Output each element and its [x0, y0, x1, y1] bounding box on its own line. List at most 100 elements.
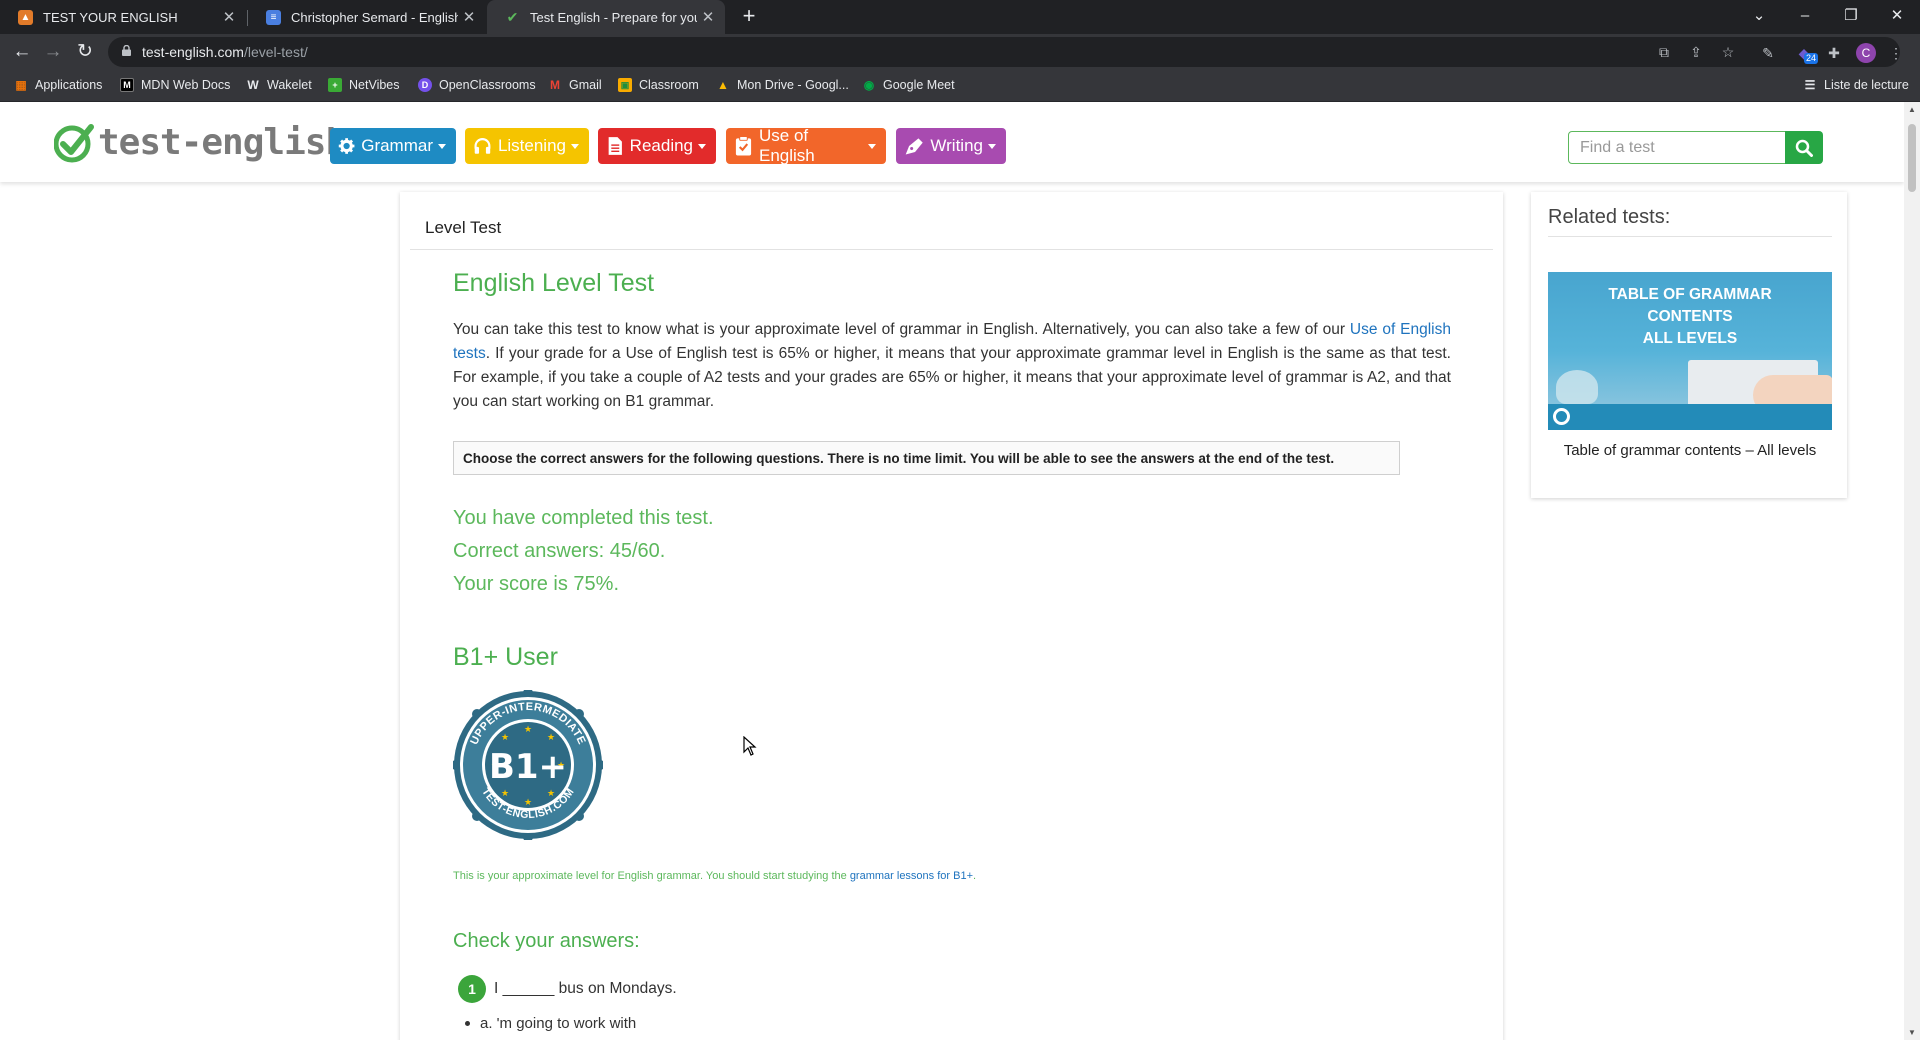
level-title: B1+ User — [453, 643, 558, 671]
docs-favicon-icon: ≡ — [266, 9, 281, 25]
lock-icon — [122, 45, 131, 56]
svg-text:★: ★ — [501, 789, 509, 799]
page-scrollbar[interactable]: ▲ ▼ — [1904, 102, 1920, 1040]
bookmarks-bar: ▦ Applications M MDN Web Docs W Wakelet + Ne… — [0, 70, 1920, 102]
share-icon[interactable]: ⇪ — [1686, 43, 1706, 63]
bookmark-star-icon[interactable]: ☆ — [1718, 43, 1738, 63]
restore-icon[interactable]: ❐ — [1828, 0, 1874, 34]
extension-icon[interactable]: ◆24 — [1794, 44, 1819, 64]
bookmark-netvibes[interactable]: + NetVibes — [328, 78, 400, 92]
svg-text:★: ★ — [501, 733, 509, 743]
reading-list-icon: ☰ — [1804, 78, 1816, 92]
browser-tab[interactable]: ▲ TEST YOUR ENGLISH ✕ — [0, 0, 246, 34]
svg-text:★: ★ — [524, 725, 532, 735]
grammar-contents-thumbnail[interactable]: TABLE OF GRAMMAR CONTENTS ALL LEVELS — [1548, 272, 1832, 430]
close-tab-icon[interactable]: ✕ — [218, 8, 240, 26]
badge-level-text: B1+ — [489, 747, 567, 787]
profile-avatar[interactable]: C — [1856, 43, 1876, 63]
related-test-link[interactable]: Table of grammar contents – All levels — [1548, 441, 1832, 460]
search-icon — [1795, 139, 1813, 157]
score-text: Your score is 75%. — [453, 573, 620, 595]
bookmark-google-meet[interactable]: ◉ Google Meet — [862, 78, 955, 92]
nav-reading-button[interactable]: Reading — [598, 128, 716, 164]
svg-text:★: ★ — [524, 798, 532, 808]
browser-tab-bar: ▲ TEST YOUR ENGLISH ✕ ≡ Christopher Sema… — [0, 0, 1920, 34]
intro-paragraph: You can take this test to know what is y… — [453, 321, 1451, 410]
plant-decoration — [1556, 370, 1598, 404]
scrollbar-thumb[interactable] — [1908, 124, 1916, 192]
browser-toolbar: ← → ↻ test-english.com/level-test/ ⧉ ⇪ ☆… — [0, 34, 1920, 70]
card-header-title: Level Test — [410, 202, 1493, 250]
bookmark-mdn[interactable]: M MDN Web Docs — [120, 78, 230, 92]
nav-writing-button[interactable]: Writing — [896, 128, 1006, 164]
kebab-menu-icon[interactable]: ⋮ — [1886, 44, 1906, 64]
approximate-level-note: This is your approximate level for Engli… — [453, 870, 977, 882]
grammar-lessons-b1-link[interactable]: grammar lessons for B1+ — [850, 870, 973, 882]
back-icon[interactable]: ← — [8, 38, 36, 66]
question-number-badge: 1 — [458, 975, 486, 1003]
caret-down-icon — [868, 143, 876, 149]
minimize-icon[interactable]: – — [1782, 0, 1828, 34]
apps-grid-icon: ▦ — [15, 78, 27, 92]
close-tab-icon[interactable]: ✕ — [458, 8, 480, 26]
drive-icon: ▲ — [717, 78, 729, 92]
bookmark-wakelet[interactable]: W Wakelet — [246, 78, 311, 92]
bookmark-classroom[interactable]: ▣ Classroom — [618, 78, 699, 92]
reload-icon[interactable]: ↻ — [71, 38, 99, 66]
related-tests-card: Related tests: TABLE OF GRAMMAR CONTENTS… — [1531, 192, 1847, 498]
test-english-favicon-icon: ✔ — [506, 8, 519, 25]
gear-icon — [338, 138, 355, 154]
nav-use-of-english-button[interactable]: Use of English — [726, 126, 886, 165]
close-window-icon[interactable]: ✕ — [1874, 0, 1920, 34]
bookmark-openclassrooms[interactable]: D OpenClassrooms — [418, 78, 536, 92]
bookmark-applications[interactable]: ▦ Applications — [14, 78, 102, 92]
completed-message: You have completed this test. — [453, 507, 714, 529]
bookmark-drive[interactable]: ▲ Mon Drive - Googl... — [716, 78, 849, 92]
thumbnail-footer-bar — [1548, 404, 1832, 430]
pen-nib-icon — [905, 138, 923, 155]
caret-down-icon — [571, 143, 579, 149]
svg-text:★: ★ — [547, 733, 555, 743]
bookmark-gmail[interactable]: M Gmail — [548, 78, 602, 92]
pen-extension-icon[interactable]: ✎ — [1758, 44, 1778, 64]
site-logo[interactable]: test-english — [54, 122, 347, 163]
answer-option: a. 'm going to work with — [465, 1015, 636, 1032]
puzzle-extensions-icon[interactable]: ✚ — [1824, 44, 1844, 64]
nav-grammar-button[interactable]: Grammar — [330, 128, 456, 164]
wakelet-icon: W — [247, 78, 259, 92]
correct-answers-text: Correct answers: 45/60. — [453, 540, 666, 562]
check-answers-title: Check your answers: — [453, 930, 640, 952]
netvibes-icon: + — [328, 78, 342, 92]
scroll-down-arrow-icon[interactable]: ▼ — [1904, 1028, 1920, 1037]
translate-icon[interactable]: ⧉ — [1654, 43, 1674, 63]
new-tab-icon[interactable]: + — [736, 4, 762, 30]
tab-favicon-icon: ▲ — [18, 9, 33, 25]
close-tab-icon[interactable]: ✕ — [697, 8, 719, 26]
scroll-up-arrow-icon[interactable]: ▲ — [1904, 105, 1920, 114]
reading-list[interactable]: ☰ Liste de lecture — [1803, 78, 1909, 92]
headphones-icon — [474, 138, 491, 154]
clipboard-check-icon — [735, 136, 752, 156]
browser-tab-active[interactable]: ✔ Test English - Prepare for your En ✕ — [487, 0, 725, 34]
browser-tab[interactable]: ≡ Christopher Semard - English Lev ✕ — [248, 0, 486, 34]
search-input[interactable]: Find a test — [1568, 131, 1786, 164]
forward-icon[interactable]: → — [39, 38, 67, 66]
site-header: test-english Grammar Listening Reading U… — [0, 102, 1904, 182]
page-viewport: test-english Grammar Listening Reading U… — [0, 102, 1904, 1040]
search-button[interactable] — [1785, 131, 1823, 164]
address-bar[interactable]: test-english.com/level-test/ ⧉ ⇪ ☆ — [108, 37, 1900, 67]
svg-text:★: ★ — [547, 789, 555, 799]
openclassrooms-icon: D — [418, 78, 432, 92]
camera-icon — [1553, 408, 1570, 425]
bullet-icon — [465, 1021, 470, 1026]
page-title: English Level Test — [453, 269, 655, 297]
question-text: I ______ bus on Mondays. — [494, 980, 677, 997]
caret-down-icon — [988, 143, 996, 149]
caret-down-icon — [438, 143, 446, 149]
meet-icon: ◉ — [863, 78, 875, 92]
instructions-box: Choose the correct answers for the follo… — [453, 441, 1400, 475]
mdn-icon: M — [120, 78, 134, 92]
tab-search-chevron-icon[interactable]: ⌄ — [1736, 0, 1782, 34]
mouse-cursor-icon — [743, 736, 757, 756]
nav-listening-button[interactable]: Listening — [465, 128, 589, 164]
